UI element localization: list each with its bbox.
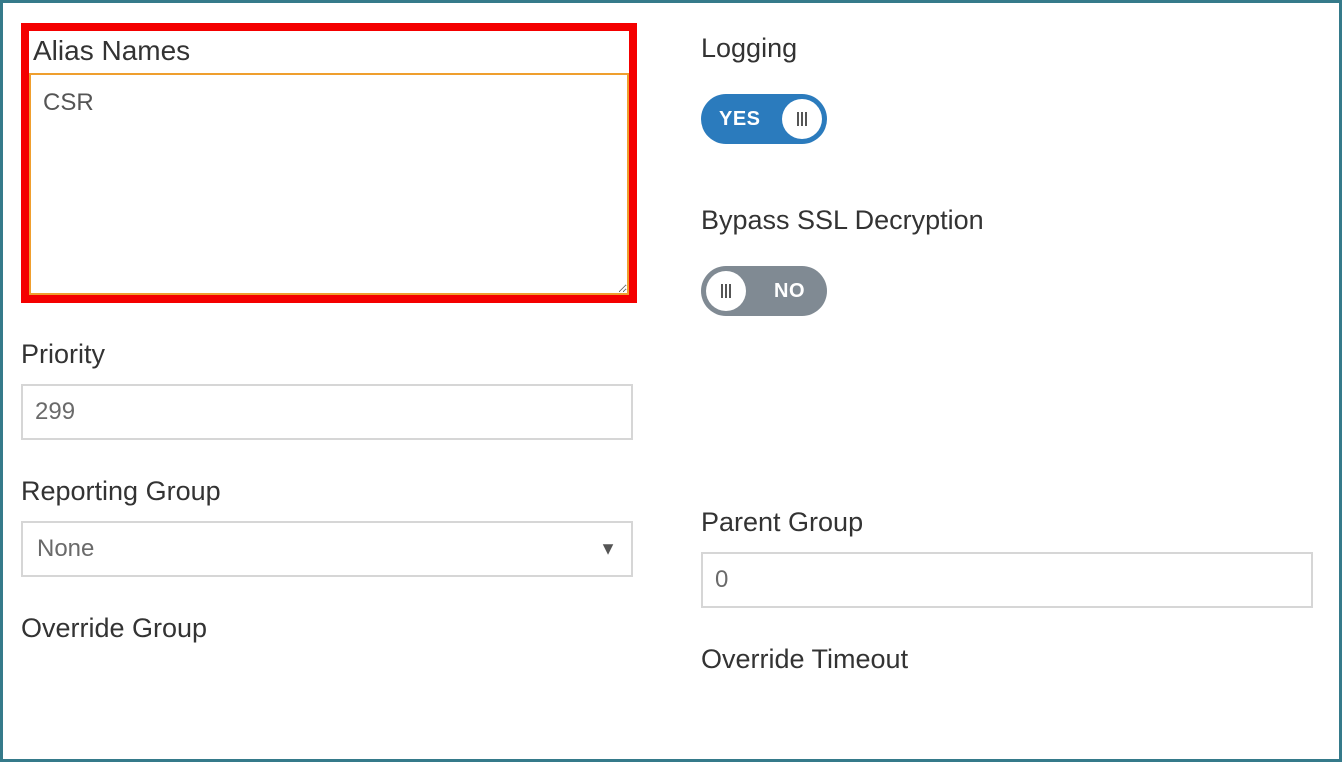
settings-form-panel: Alias Names Priority Reporting Group Non…: [0, 0, 1342, 762]
parent-group-input[interactable]: [701, 552, 1313, 608]
reporting-group-select[interactable]: None ▼: [21, 521, 633, 577]
grip-icon: [797, 112, 807, 126]
logging-label: Logging: [701, 33, 1321, 64]
bypass-ssl-label: Bypass SSL Decryption: [701, 205, 1321, 236]
left-column: Alias Names Priority Reporting Group Non…: [21, 23, 641, 689]
reporting-group-selected: None: [37, 535, 94, 563]
bypass-ssl-block: Bypass SSL Decryption NO: [701, 205, 1321, 321]
override-group-block: Override Group: [21, 613, 641, 644]
priority-input[interactable]: [21, 384, 633, 440]
override-timeout-block: Override Timeout: [701, 644, 1321, 675]
override-group-label: Override Group: [21, 613, 641, 644]
reporting-group-block: Reporting Group None ▼: [21, 476, 641, 577]
right-column: Logging YES Bypass SSL Decryption NO: [701, 23, 1321, 689]
reporting-group-label: Reporting Group: [21, 476, 641, 507]
override-timeout-label: Override Timeout: [701, 644, 1321, 675]
logging-block: Logging YES: [701, 33, 1321, 149]
toggle-thumb-icon: [706, 271, 746, 311]
priority-block: Priority: [21, 339, 641, 440]
bypass-ssl-toggle[interactable]: NO: [701, 266, 827, 316]
logging-toggle-text: YES: [719, 108, 761, 131]
logging-toggle[interactable]: YES: [701, 94, 827, 144]
bypass-ssl-toggle-text: NO: [774, 280, 805, 303]
toggle-thumb-icon: [782, 99, 822, 139]
parent-group-block: Parent Group: [701, 507, 1321, 608]
parent-group-label: Parent Group: [701, 507, 1321, 538]
alias-names-label: Alias Names: [29, 31, 629, 73]
priority-label: Priority: [21, 339, 641, 370]
alias-names-highlight: Alias Names: [21, 23, 637, 303]
grip-icon: [721, 284, 731, 298]
form-columns: Alias Names Priority Reporting Group Non…: [21, 23, 1321, 689]
alias-names-textarea[interactable]: [29, 73, 629, 295]
